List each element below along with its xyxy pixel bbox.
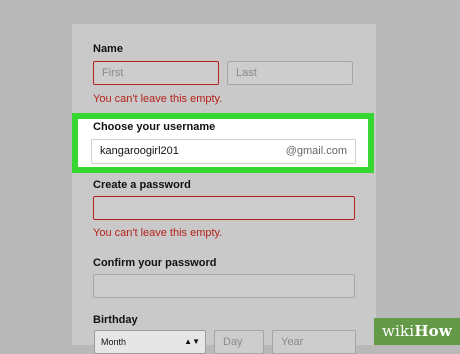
- first-name-placeholder: First: [102, 67, 124, 79]
- confirm-password-input[interactable]: [93, 274, 355, 298]
- name-error-message: You can't leave this empty.: [93, 93, 223, 105]
- username-value: kangaroogirl201: [100, 145, 179, 157]
- first-name-input[interactable]: First: [93, 61, 219, 85]
- day-placeholder: Day: [223, 336, 243, 348]
- name-label: Name: [93, 43, 123, 55]
- password-input[interactable]: [93, 196, 355, 220]
- confirm-password-label: Confirm your password: [93, 257, 217, 269]
- last-name-input[interactable]: Last: [227, 61, 353, 85]
- username-input[interactable]: kangaroogirl201 @gmail.com: [91, 139, 356, 164]
- birthday-year-input[interactable]: Year: [272, 330, 356, 354]
- year-placeholder: Year: [281, 336, 304, 348]
- password-label: Create a password: [93, 179, 191, 191]
- birthday-month-select[interactable]: Month ▲▼: [94, 330, 206, 354]
- wikihow-watermark-logo: wikiHow: [374, 318, 460, 345]
- password-error-message: You can't leave this empty.: [93, 227, 223, 239]
- username-label: Choose your username: [93, 121, 216, 133]
- last-name-placeholder: Last: [236, 67, 257, 79]
- gmail-domain-suffix: @gmail.com: [285, 145, 347, 157]
- watermark-wiki-text: wiki: [381, 322, 415, 340]
- chevron-up-down-icon: ▲▼: [184, 337, 200, 346]
- birthday-day-input[interactable]: Day: [214, 330, 264, 354]
- month-placeholder: Month: [101, 337, 127, 347]
- watermark-how-text: How: [414, 322, 453, 340]
- birthday-label: Birthday: [93, 314, 138, 326]
